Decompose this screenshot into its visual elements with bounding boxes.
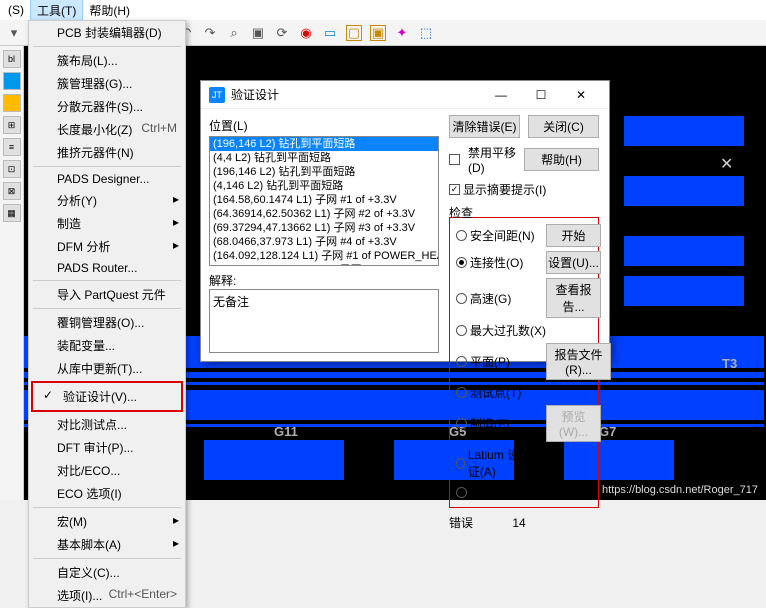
dialog-icon: JT: [209, 87, 225, 103]
menu-item-7[interactable]: 分析(Y)▸: [29, 189, 185, 212]
show-summary-label: 显示摘要提示(I): [463, 181, 546, 198]
menu-item-18[interactable]: 对比/ECO...: [29, 459, 185, 482]
radio-latium[interactable]: [456, 458, 465, 469]
close-dialog-button[interactable]: 关闭(C): [528, 115, 599, 138]
list-item[interactable]: (4,146 L2) 钻孔到平面短路: [210, 179, 438, 193]
radio-wiring[interactable]: [456, 487, 467, 498]
side-icon-6[interactable]: ⊠: [3, 182, 21, 200]
preview-button: 预览(W)...: [546, 405, 601, 442]
disable-pan-label: 禁用平移(D): [468, 144, 516, 175]
menu-item-21[interactable]: 基本脚本(A)▸: [29, 533, 185, 556]
clear-errors-button[interactable]: 清除错误(E): [449, 115, 520, 138]
disable-pan-checkbox[interactable]: [449, 154, 460, 165]
redo-icon[interactable]: ↷: [202, 25, 218, 41]
tool-icon-2[interactable]: ▭: [322, 25, 338, 41]
list-item[interactable]: (4,4 L2) 钻孔到平面短路: [210, 151, 438, 165]
side-icon-7[interactable]: ▦: [3, 204, 21, 222]
watermark: https://blog.csdn.net/Roger_717: [602, 484, 758, 496]
menu-item-23[interactable]: 选项(I)...Ctrl+<Enter>: [29, 584, 185, 607]
radio-fabrication[interactable]: [456, 418, 467, 429]
verify-design-dialog: JT 验证设计 — ☐ ✕ 位置(L) (196,146 L2) 钻孔到平面短路…: [200, 80, 610, 362]
zoom-fit-icon[interactable]: ▣: [250, 25, 266, 41]
ref-g7: G7: [599, 424, 616, 439]
ref-t3: T3: [722, 356, 737, 371]
side-icon-4[interactable]: ≡: [3, 138, 21, 156]
radio-plane[interactable]: [456, 356, 467, 367]
close-button[interactable]: ✕: [561, 88, 601, 102]
menu-item-16[interactable]: 对比测试点...: [29, 413, 185, 436]
menu-item-20[interactable]: 宏(M)▸: [29, 510, 185, 533]
menu-help[interactable]: 帮助(H): [83, 0, 136, 21]
tool-icon-3[interactable]: ▢: [346, 25, 362, 41]
side-icon-1[interactable]: [3, 72, 21, 90]
ref-g11: G11: [274, 424, 298, 439]
side-icon-bl[interactable]: bl: [3, 50, 21, 68]
list-item[interactable]: (68.0466,37.973 L1) 子网 #4 of +3.3V: [210, 235, 438, 249]
explain-textbox[interactable]: 无备注: [209, 289, 439, 353]
report-file-button[interactable]: 报告文件(R)...: [546, 343, 611, 380]
list-item[interactable]: (164.58,60.1474 L1) 子网 #1 of +3.3V: [210, 193, 438, 207]
tool-icon-5[interactable]: ✦: [394, 25, 410, 41]
check-group: 安全间距(N) 开始 连接性(O) 设置(U)... 高速(G) 查看报告...…: [449, 217, 599, 508]
radio-clearance[interactable]: [456, 230, 467, 241]
tool-icon-1[interactable]: ◉: [298, 25, 314, 41]
menu-item-1[interactable]: 簇布局(L)...: [29, 49, 185, 72]
radio-maxvia[interactable]: [456, 325, 467, 336]
tools-menu-dropdown: PCB 封装编辑器(D) 簇布局(L)...簇管理器(G)...分散元器件(S).…: [28, 20, 186, 608]
side-icon-3[interactable]: ⊞: [3, 116, 21, 134]
menu-item-17[interactable]: DFT 审计(P)...: [29, 436, 185, 459]
menu-item-13[interactable]: 装配变量...: [29, 334, 185, 357]
drc-marker-icon: ✕: [720, 154, 733, 174]
radio-connectivity[interactable]: [456, 257, 467, 268]
location-listbox[interactable]: (196,146 L2) 钻孔到平面短路(4,4 L2) 钻孔到平面短路(196…: [209, 136, 439, 266]
maximize-button[interactable]: ☐: [521, 88, 561, 102]
menu-item-11[interactable]: 导入 PartQuest 元件: [29, 283, 185, 306]
list-item[interactable]: (69.37294,47.13662 L1) 子网 #3 of +3.3V: [210, 221, 438, 235]
side-icon-5[interactable]: ⊡: [3, 160, 21, 178]
menu-item-10[interactable]: PADS Router...: [29, 258, 185, 278]
menubar: (S) 工具(T) 帮助(H): [0, 0, 766, 20]
list-item[interactable]: (196,146 L2) 钻孔到平面短路: [210, 137, 438, 151]
menu-item-6[interactable]: PADS Designer...: [29, 169, 185, 189]
list-item[interactable]: (64.36914,62.50362 L1) 子网 #2 of +3.3V: [210, 207, 438, 221]
radio-highspeed[interactable]: [456, 293, 467, 304]
view-report-button[interactable]: 查看报告...: [546, 278, 601, 318]
menu-item-8[interactable]: 制造▸: [29, 212, 185, 235]
zoom-icon[interactable]: ⌕: [226, 25, 242, 41]
minimize-button[interactable]: —: [481, 88, 521, 102]
tool-icon-6[interactable]: ⬚: [418, 25, 434, 41]
menu-item-15[interactable]: 验证设计(V)...✓: [35, 385, 179, 408]
side-icon-2[interactable]: [3, 94, 21, 112]
menu-item-3[interactable]: 分散元器件(S)...: [29, 95, 185, 118]
menu-item-0[interactable]: PCB 封装编辑器(D): [29, 21, 185, 44]
menu-item-4[interactable]: 长度最小化(Z)Ctrl+M: [29, 118, 185, 141]
menu-item-22[interactable]: 自定义(C)...: [29, 561, 185, 584]
show-summary-checkbox[interactable]: ✓: [449, 184, 460, 195]
radio-testpoint[interactable]: [456, 387, 467, 398]
tool-icon-4[interactable]: ▣: [370, 25, 386, 41]
menu-item-9[interactable]: DFM 分析▸: [29, 235, 185, 258]
dialog-titlebar[interactable]: JT 验证设计 — ☐ ✕: [201, 81, 609, 109]
side-toolbar: bl ⊞ ≡ ⊡ ⊠ ▦: [0, 46, 24, 500]
list-item[interactable]: (196,146 L2) 钻孔到平面短路: [210, 165, 438, 179]
setup-button[interactable]: 设置(U)...: [546, 251, 601, 274]
menu-item-14[interactable]: 从库中更新(T)...: [29, 357, 185, 380]
menu-item-12[interactable]: 覆铜管理器(O)...: [29, 311, 185, 334]
dialog-title: 验证设计: [231, 86, 481, 103]
list-item[interactable]: (164.092,128.124 L1) 子网 #1 of POWER_HEAT…: [210, 249, 438, 263]
error-count: 14: [512, 516, 525, 530]
error-label: 错误: [449, 514, 509, 531]
dropdown-icon[interactable]: ▾: [6, 25, 22, 41]
refresh-icon[interactable]: ⟳: [274, 25, 290, 41]
start-button[interactable]: 开始: [546, 224, 601, 247]
list-item[interactable]: (188.98616,37.13734 L1) 子网 #2 of POWER_H…: [210, 263, 438, 266]
menu-item-2[interactable]: 簇管理器(G)...: [29, 72, 185, 95]
help-button[interactable]: 帮助(H): [524, 148, 599, 171]
menu-tools[interactable]: 工具(T): [30, 0, 83, 22]
menu-item-19[interactable]: ECO 选项(I): [29, 482, 185, 505]
menu-left-fragment[interactable]: (S): [2, 1, 30, 19]
menu-item-5[interactable]: 推挤元器件(N): [29, 141, 185, 164]
